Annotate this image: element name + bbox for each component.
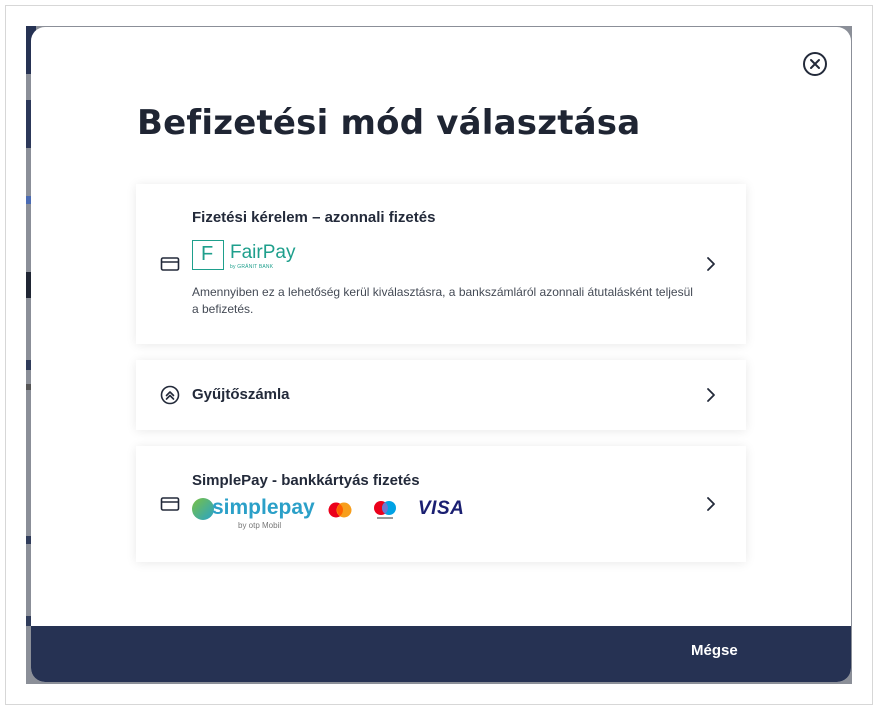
payment-logos: simplepay by otp Mobil VISA bbox=[192, 496, 492, 536]
option-title: Gyűjtőszámla bbox=[192, 386, 290, 403]
option-title: Fizetési kérelem – azonnali fizetés bbox=[192, 209, 436, 226]
visa-logo: VISA bbox=[418, 498, 465, 519]
option-description: Amennyiben ez a lehetőség kerül kiválasz… bbox=[192, 285, 693, 316]
credit-card-icon bbox=[160, 497, 180, 511]
simplepay-logo-by: by otp Mobil bbox=[238, 521, 282, 530]
payment-option-fairpay[interactable]: Fizetési kérelem – azonnali fizetés F Fa… bbox=[136, 184, 746, 344]
simplepay-logo-mark bbox=[192, 498, 214, 520]
payment-method-modal: Befizetési mód választása Fizetési kérel… bbox=[31, 27, 851, 682]
option-title: SimplePay - bankkártyás fizetés bbox=[192, 472, 420, 489]
modal-footer: Mégse bbox=[31, 626, 851, 682]
close-icon bbox=[810, 59, 820, 69]
credit-card-icon bbox=[160, 257, 180, 271]
close-button[interactable] bbox=[803, 52, 827, 76]
chevron-right-icon bbox=[707, 388, 715, 402]
simplepay-logo: simplepay by otp Mobil bbox=[192, 496, 315, 534]
maestro-logo-icon bbox=[374, 501, 396, 519]
double-chevron-up-circle-icon bbox=[160, 385, 180, 405]
fairpay-logo-name: FairPay bbox=[230, 242, 296, 263]
fairpay-logo-letter: F bbox=[201, 243, 214, 265]
chevron-right-icon bbox=[707, 257, 715, 271]
payment-option-simplepay[interactable]: SimplePay - bankkártyás fizetés simplepa… bbox=[136, 446, 746, 562]
modal-title: Befizetési mód választása bbox=[137, 103, 641, 143]
fairpay-logo: F FairPay by GRÁNIT BANK bbox=[192, 240, 296, 272]
mastercard-logo-icon bbox=[328, 502, 352, 518]
fairpay-logo-sub: by GRÁNIT BANK bbox=[230, 264, 274, 270]
simplepay-logo-text: simplepay bbox=[212, 496, 315, 519]
payment-option-gyujtoszamla[interactable]: Gyűjtőszámla bbox=[136, 360, 746, 430]
chevron-right-icon bbox=[707, 497, 715, 511]
cancel-button[interactable]: Mégse bbox=[691, 642, 738, 659]
